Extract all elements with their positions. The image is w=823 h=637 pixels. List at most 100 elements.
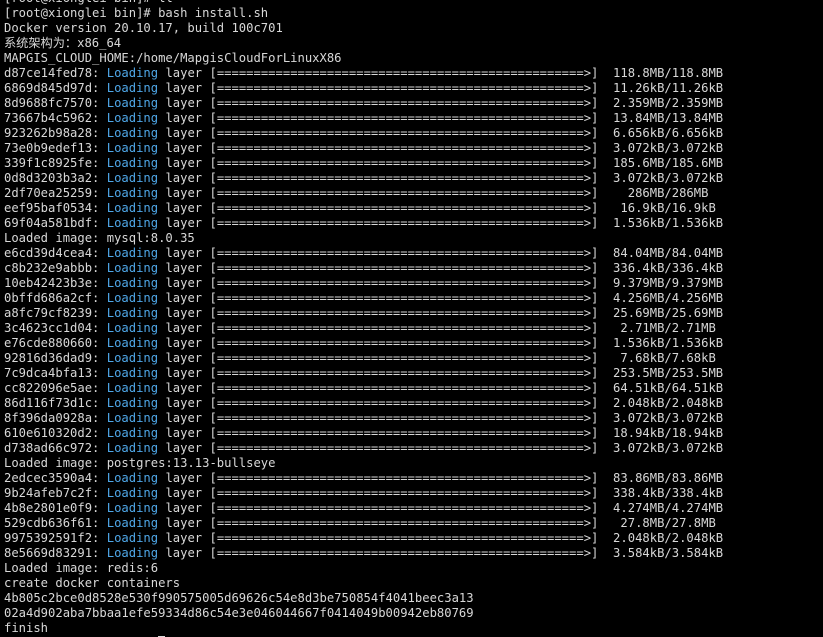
loading-label: Loading [106, 126, 159, 140]
layer-size: 3.072kB/3.072kB [605, 171, 724, 185]
layer-size: 118.8MB/118.8MB [605, 66, 724, 80]
loading-label: Loading [106, 471, 159, 485]
layer-word: layer [165, 81, 203, 95]
layer-progress-line: 69f04a581bdf: Loading layer [===========… [4, 216, 723, 231]
layer-size: 185.6MB/185.6MB [605, 156, 724, 170]
loading-label: Loading [106, 351, 159, 365]
layer-id: 610e610320d2: [4, 426, 100, 440]
layer-id: 8e5669d83291: [4, 546, 100, 560]
progress-bar: [=======================================… [209, 441, 599, 455]
layer-id: 73667b4c5962: [4, 111, 100, 125]
layer-id: d738ad66c972: [4, 441, 100, 455]
layer-id: 2df70ea25259: [4, 186, 100, 200]
loading-label: Loading [106, 396, 159, 410]
progress-bar: [=======================================… [209, 351, 599, 365]
layer-word: layer [165, 381, 203, 395]
layer-word: layer [165, 276, 203, 290]
loading-label: Loading [106, 501, 159, 515]
progress-bar: [=======================================… [209, 201, 599, 215]
layer-word: layer [165, 471, 203, 485]
progress-bar: [=======================================… [209, 81, 599, 95]
layer-word: layer [165, 126, 203, 140]
terminal-header-line: [root@xionglei bin]# bash install.sh [4, 6, 269, 20]
layer-progress-line: 9975392591f2: Loading layer [===========… [4, 531, 723, 546]
layer-word: layer [165, 426, 203, 440]
layer-size: 4.274MB/4.274MB [605, 501, 724, 515]
layer-word: layer [165, 216, 203, 230]
terminal-window[interactable]: [root@xionglei bin]# ll[root@xionglei bi… [0, 0, 823, 637]
layer-size: 2.048kB/2.048kB [605, 396, 724, 410]
layer-id: 0bffd686a2cf: [4, 291, 100, 305]
layer-progress-line: 529cdb636f61: Loading layer [===========… [4, 516, 723, 531]
layer-size: 3.072kB/3.072kB [605, 441, 724, 455]
loading-label: Loading [106, 411, 159, 425]
progress-bar: [=======================================… [209, 336, 599, 350]
layer-word: layer [165, 171, 203, 185]
layer-progress-line: e6cd39d4cea4: Loading layer [===========… [4, 246, 723, 261]
layer-word: layer [165, 336, 203, 350]
layer-progress-line: 8d9688fc7570: Loading layer [===========… [4, 96, 723, 111]
progress-bar: [=======================================… [209, 546, 599, 560]
layer-id: 8f396da0928a: [4, 411, 100, 425]
layer-progress-line: 0d8d3203b3a2: Loading layer [===========… [4, 171, 723, 186]
terminal-header-line: Docker version 20.10.17, build 100c701 [4, 21, 283, 35]
layer-progress-line: 7c9dca4bfa13: Loading layer [===========… [4, 366, 723, 381]
progress-bar: [=======================================… [209, 381, 599, 395]
layer-size: 9.379MB/9.379MB [605, 276, 724, 290]
layer-progress-line: cc822096e5ae: Loading layer [===========… [4, 381, 723, 396]
layer-progress-line: 2edcec3590a4: Loading layer [===========… [4, 471, 723, 486]
layer-id: e6cd39d4cea4: [4, 246, 100, 260]
loading-label: Loading [106, 381, 159, 395]
layer-word: layer [165, 201, 203, 215]
layer-size: 4.256MB/4.256MB [605, 291, 724, 305]
layer-size: 338.4kB/338.4kB [605, 486, 724, 500]
layer-size: 3.072kB/3.072kB [605, 411, 724, 425]
layer-word: layer [165, 111, 203, 125]
layer-progress-line: 610e610320d2: Loading layer [===========… [4, 426, 723, 441]
loading-label: Loading [106, 276, 159, 290]
terminal-footer-line: finish [4, 621, 49, 635]
layer-size: 7.68kB/7.68kB [605, 351, 716, 365]
loading-label: Loading [106, 246, 159, 260]
layer-word: layer [165, 351, 203, 365]
layer-progress-line: 339f1c8925fe: Loading layer [===========… [4, 156, 723, 171]
layer-word: layer [165, 66, 203, 80]
layer-id: 4b8e2801e0f9: [4, 501, 100, 515]
layer-id: 8d9688fc7570: [4, 96, 100, 110]
progress-bar: [=======================================… [209, 96, 599, 110]
layer-progress-line: 6869d845d97d: Loading layer [===========… [4, 81, 723, 96]
loading-label: Loading [106, 291, 159, 305]
layer-progress-line: 2df70ea25259: Loading layer [===========… [4, 186, 723, 201]
layer-size: 64.51kB/64.51kB [605, 381, 724, 395]
layer-id: 339f1c8925fe: [4, 156, 100, 170]
loading-label: Loading [106, 111, 159, 125]
layer-progress-line: 9b24afeb7c2f: Loading layer [===========… [4, 486, 723, 501]
progress-bar: [=======================================… [209, 276, 599, 290]
progress-bar: [=======================================… [209, 246, 599, 260]
layer-id: 3c4623cc1d04: [4, 321, 100, 335]
layer-id: 529cdb636f61: [4, 516, 100, 530]
layer-size: 253.5MB/253.5MB [605, 366, 724, 380]
progress-bar: [=======================================… [209, 111, 599, 125]
loading-label: Loading [106, 441, 159, 455]
progress-bar: [=======================================… [209, 156, 599, 170]
terminal-footer-line: create docker containers [4, 576, 181, 590]
layer-id: 9b24afeb7c2f: [4, 486, 100, 500]
layer-size: 13.84MB/13.84MB [605, 111, 724, 125]
layer-size: 18.94kB/18.94kB [605, 426, 724, 440]
progress-bar: [=======================================… [209, 171, 599, 185]
loading-label: Loading [106, 531, 159, 545]
layer-size: 25.69MB/25.69MB [605, 306, 724, 320]
layer-size: 3.072kB/3.072kB [605, 141, 724, 155]
loaded-image-line: Loaded image: redis:6 [4, 561, 159, 575]
layer-id: 923262b98a28: [4, 126, 100, 140]
loading-label: Loading [106, 216, 159, 230]
progress-bar: [=======================================… [209, 321, 599, 335]
progress-bar: [=======================================… [209, 516, 599, 530]
loaded-image-line: Loaded image: postgres:13.13-bullseye [4, 456, 276, 470]
terminal-header-line: MAPGIS_CLOUD_HOME:/home/MapgisCloudForLi… [4, 51, 342, 65]
layer-word: layer [165, 306, 203, 320]
layer-word: layer [165, 96, 203, 110]
layer-id: 7c9dca4bfa13: [4, 366, 100, 380]
layer-progress-line: 4b8e2801e0f9: Loading layer [===========… [4, 501, 723, 516]
